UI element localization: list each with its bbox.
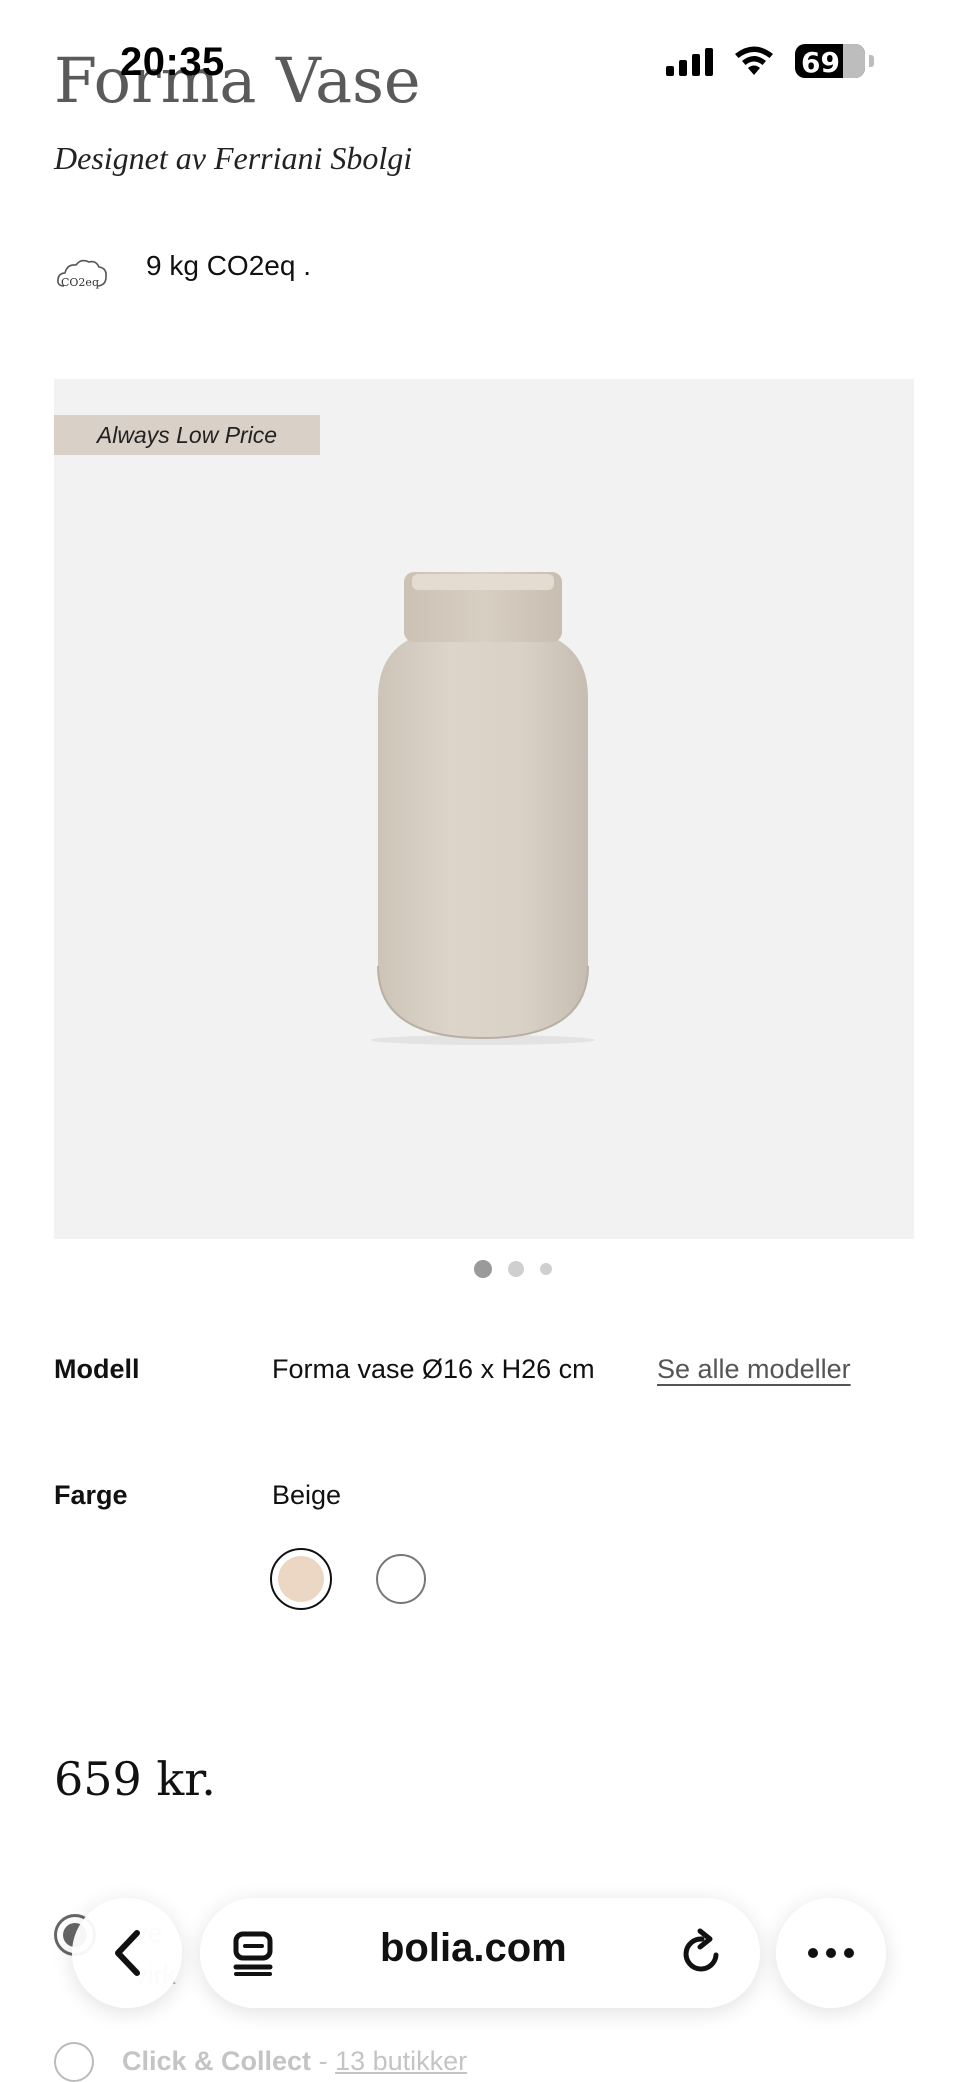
click-collect-stores-link[interactable]: 13 butikker bbox=[335, 2046, 467, 2076]
color-swatch-white[interactable] bbox=[376, 1554, 426, 1604]
always-low-price-badge: Always Low Price bbox=[54, 415, 320, 455]
see-all-models-link[interactable]: Se alle modeller bbox=[657, 1354, 851, 1385]
browser-back-button[interactable] bbox=[72, 1898, 182, 2008]
product-title: Forma Vase bbox=[54, 44, 421, 117]
carousel-pagination[interactable] bbox=[474, 1260, 552, 1278]
co2-icon-text: CO2eq bbox=[61, 276, 99, 289]
product-price: 659 kr. bbox=[54, 1752, 216, 1806]
cellular-signal-icon bbox=[666, 46, 713, 76]
color-label: Farge bbox=[54, 1480, 128, 1510]
model-value: Forma vase Ø16 x H26 cm bbox=[272, 1354, 595, 1384]
co2-cloud-icon: CO2eq bbox=[57, 259, 107, 289]
browser-url[interactable]: bolia.com bbox=[380, 1926, 567, 1971]
click-collect-radio[interactable] bbox=[54, 2042, 94, 2082]
color-value: Beige bbox=[272, 1480, 342, 1510]
battery-percentage: 69 bbox=[801, 46, 840, 78]
browser-address-bar[interactable]: bolia.com bbox=[200, 1898, 760, 2008]
reload-icon[interactable] bbox=[678, 1928, 726, 1978]
ellipsis-icon bbox=[808, 1948, 854, 1958]
color-swatch-beige[interactable] bbox=[270, 1548, 332, 1610]
product-designer: Designet av Ferriani Sbolgi bbox=[54, 140, 413, 176]
click-collect-separator: - bbox=[318, 2046, 328, 2076]
product-image-vase bbox=[371, 572, 595, 1045]
carousel-dot[interactable] bbox=[474, 1260, 492, 1278]
click-collect-option[interactable]: Click & Collect - 13 butikker bbox=[122, 2046, 467, 2077]
model-label: Modell bbox=[54, 1354, 140, 1384]
chevron-left-icon bbox=[115, 1930, 140, 1976]
click-collect-label: Click & Collect bbox=[122, 2046, 312, 2076]
browser-more-button[interactable] bbox=[776, 1898, 886, 2008]
tabs-overview-icon[interactable] bbox=[232, 1930, 276, 1976]
carousel-dot[interactable] bbox=[540, 1263, 552, 1275]
status-time: 20:35 bbox=[120, 40, 225, 84]
status-icons: 69 bbox=[666, 44, 874, 78]
co2-emission: 9 kg CO2eq . bbox=[146, 250, 311, 281]
carousel-dot[interactable] bbox=[508, 1261, 524, 1277]
battery-icon: 69 bbox=[795, 44, 865, 78]
wifi-icon bbox=[735, 46, 773, 75]
